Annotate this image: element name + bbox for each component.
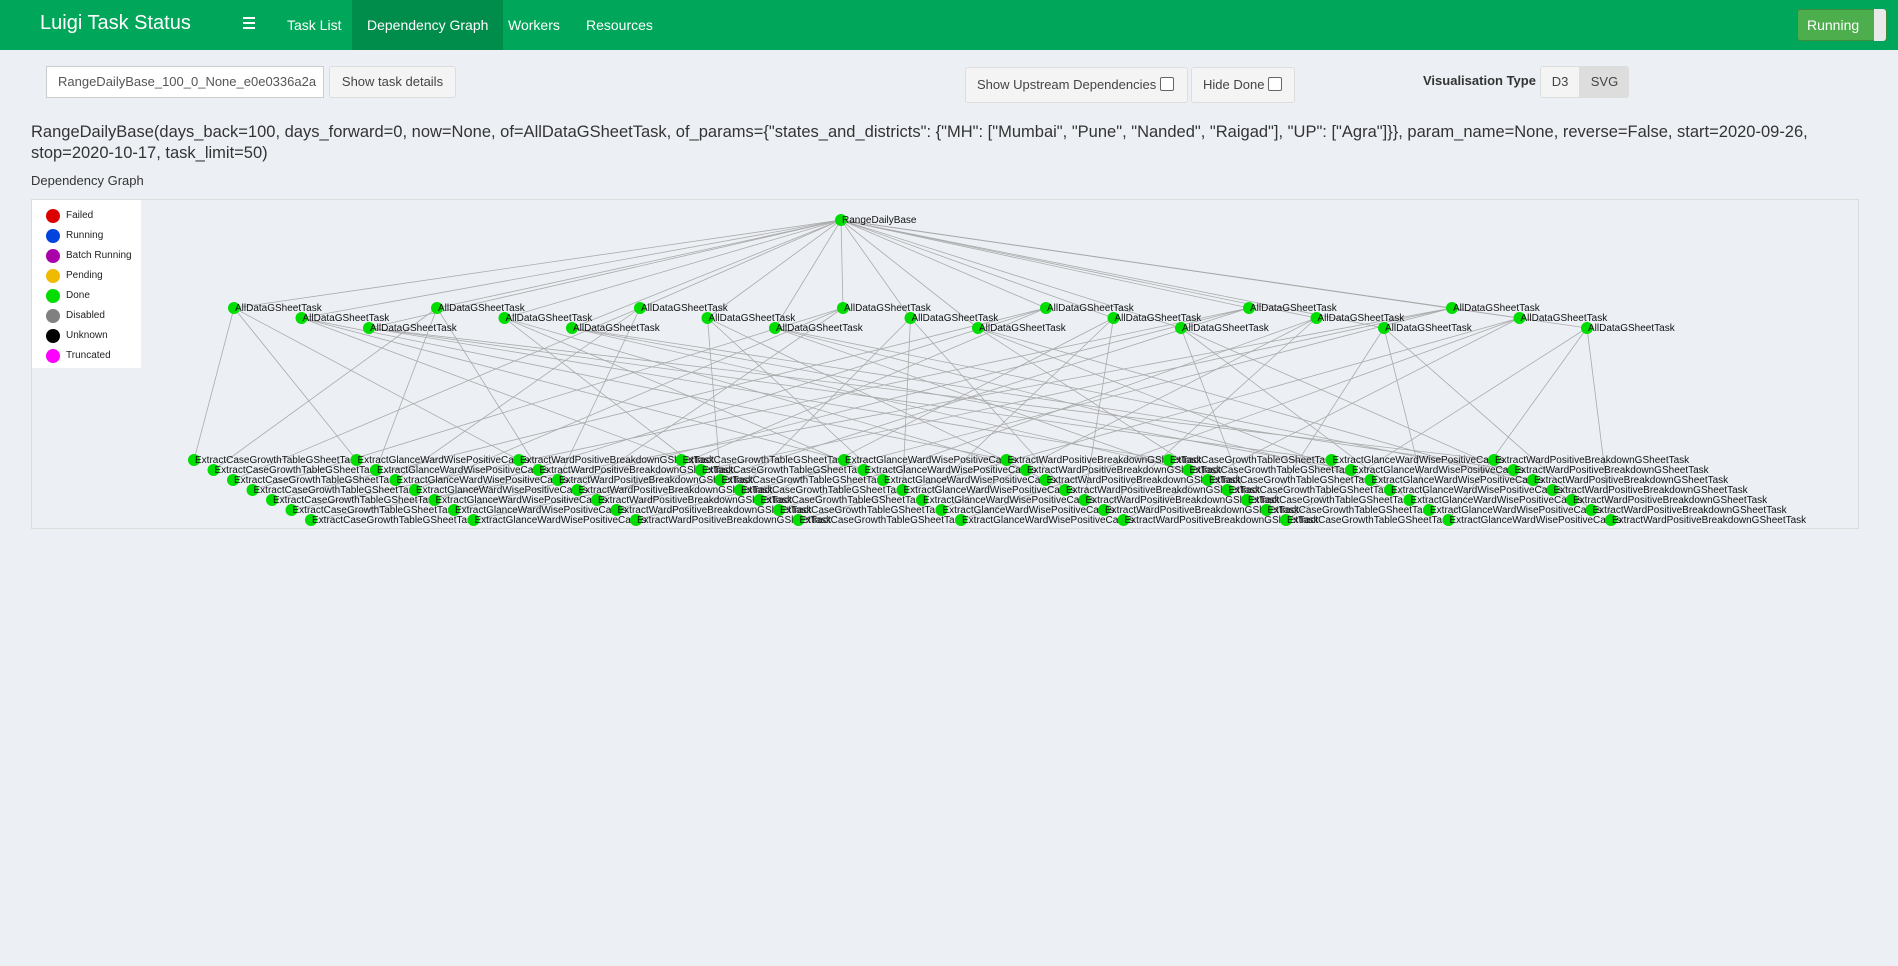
status-legend: Failed Running Batch Running Pending Don… — [32, 200, 141, 368]
mid-task-label[interactable]: AllDataGSheetTask — [776, 323, 864, 334]
mid-task-label[interactable]: AllDataGSheetTask — [1588, 323, 1676, 334]
pending-status-icon — [46, 269, 60, 283]
root-task-label[interactable]: RangeDailyBase — [842, 215, 917, 226]
graph-edge — [301, 317, 845, 461]
batch-running-status-icon — [46, 249, 60, 263]
vis-option-d3[interactable]: D3 — [1540, 66, 1580, 98]
dependency-graph: ExtractCaseGrowthTableGSheetTask ExtractG… — [31, 199, 1859, 529]
leaf-task-label[interactable]: ExtractCaseGrowthTableGSheetTask — [800, 515, 966, 526]
done-status-icon — [46, 289, 60, 303]
mid-task-label[interactable]: AllDataGSheetTask — [1385, 323, 1473, 334]
vis-option-svg[interactable]: SVG — [1580, 66, 1629, 98]
status-toggle[interactable] — [1874, 9, 1886, 41]
nav-resources[interactable]: Resources — [571, 0, 668, 50]
graph-edge — [368, 327, 1495, 461]
running-status-icon — [46, 229, 60, 243]
leaf-task-label[interactable]: ExtractWardPositiveBreakdownGSheetTask — [1612, 515, 1807, 526]
leaf-task-label[interactable]: ExtractGlanceWardWisePositiveCases — [1450, 515, 1622, 526]
truncated-status-icon — [46, 349, 60, 363]
page-title: RangeDailyBase(days_back=100, days_forwa… — [31, 123, 1808, 162]
graph-edge — [301, 219, 842, 319]
brand-title[interactable]: Luigi Task Status — [40, 12, 191, 35]
mid-task-label[interactable]: AllDataGSheetTask — [979, 323, 1067, 334]
graph-edge — [233, 307, 357, 461]
graph-edge — [639, 219, 842, 309]
unknown-status-icon — [46, 329, 60, 343]
mid-task-label[interactable]: AllDataGSheetTask — [573, 323, 661, 334]
nav-dependency-graph[interactable]: Dependency Graph — [352, 0, 504, 50]
leaf-task-label[interactable]: ExtractCaseGrowthTableGSheetTask — [1287, 515, 1453, 526]
nav-workers[interactable]: Workers — [493, 0, 575, 50]
leaf-task-label[interactable]: ExtractGlanceWardWisePositiveCases — [475, 515, 647, 526]
graph-canvas: ExtractCaseGrowthTableGSheetTaskExtractG… — [188, 214, 1807, 526]
graph-edge — [193, 307, 235, 461]
leaf-task-label[interactable]: ExtractCaseGrowthTableGSheetTask — [312, 515, 478, 526]
hide-done-checkbox[interactable] — [1268, 77, 1283, 91]
failed-status-icon — [46, 209, 60, 223]
leaf-task-label[interactable]: ExtractGlanceWardWisePositiveCases — [962, 515, 1134, 526]
graph-edge — [840, 219, 1250, 309]
graph-edge — [571, 327, 1514, 471]
worker-status-button[interactable]: Running — [1797, 9, 1887, 41]
graph-heading: Dependency Graph — [31, 173, 144, 188]
mid-task-label[interactable]: AllDataGSheetTask — [1182, 323, 1270, 334]
graph-edge — [233, 219, 842, 309]
show-upstream-checkbox[interactable] — [1160, 77, 1175, 91]
nav-task-list[interactable]: Task List — [272, 0, 356, 50]
show-upstream-toggle[interactable]: Show Upstream Dependencies — [965, 67, 1188, 103]
hide-done-toggle[interactable]: Hide Done — [1191, 67, 1295, 103]
graph-edge — [840, 219, 844, 309]
disabled-status-icon — [46, 309, 60, 323]
hamburger-menu-icon[interactable] — [243, 17, 255, 29]
status-label: Running — [1807, 17, 1860, 33]
show-upstream-label: Show Upstream Dependencies — [977, 77, 1157, 92]
mid-task-label[interactable]: AllDataGSheetTask — [370, 323, 458, 334]
show-task-details-button[interactable]: Show task details — [329, 66, 456, 98]
graph-edge — [301, 317, 682, 461]
graph-edge — [301, 317, 1007, 461]
visualisation-type-label: Visualisation Type — [1423, 73, 1536, 88]
task-id-input[interactable]: RangeDailyBase_100_0_None_e0e0336a2a — [46, 66, 324, 98]
hide-done-label: Hide Done — [1203, 77, 1265, 92]
navbar: Luigi Task Status Task List Dependency G… — [0, 0, 1898, 50]
